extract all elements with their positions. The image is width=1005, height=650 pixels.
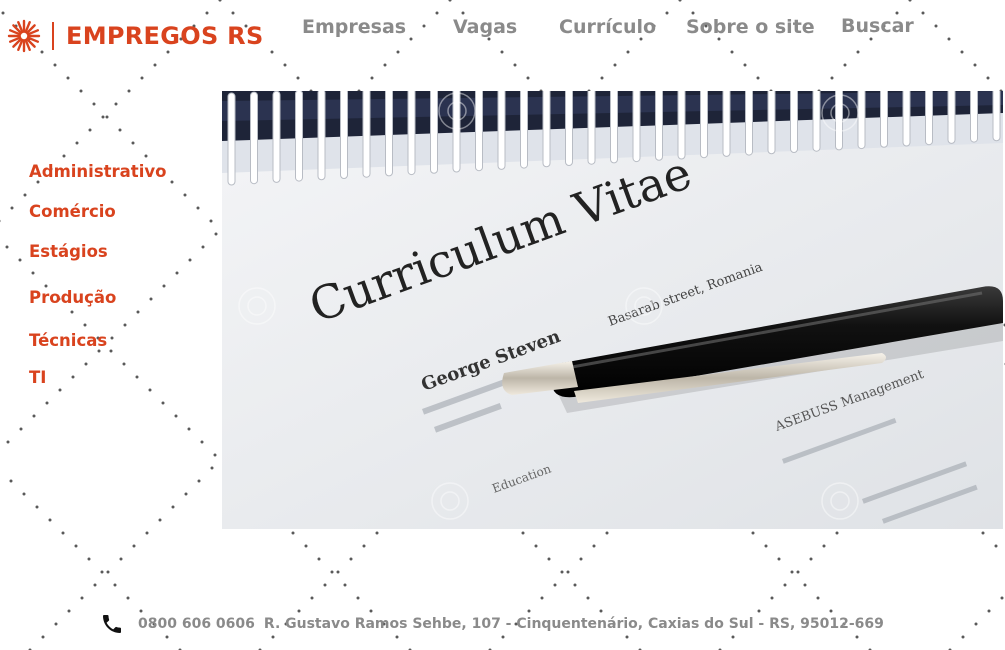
- footer-contact: 0800 606 0606 R. Gustavo Ramos Sehbe, 107…: [100, 612, 884, 636]
- footer-address: R. Gustavo Ramos Sehbe, 107 - Cinquenten…: [263, 616, 884, 632]
- hero-image: Curriculum Vitae George Steven Basarab s…: [222, 91, 1003, 529]
- sidebar-item-estagios[interactable]: Estágios: [29, 242, 108, 261]
- starburst-icon: [7, 19, 41, 53]
- nav-item-buscar[interactable]: Buscar: [841, 15, 914, 37]
- sidebar-item-tecnicas[interactable]: Técnicas: [29, 331, 107, 350]
- sidebar-item-comercio[interactable]: Comércio: [29, 202, 116, 221]
- nav-item-vagas[interactable]: Vagas: [453, 16, 517, 38]
- sidebar-item-ti[interactable]: TI: [29, 368, 46, 387]
- phone-icon[interactable]: [100, 612, 124, 636]
- nav-item-curriculo[interactable]: Currículo: [559, 16, 656, 38]
- sidebar-item-producao[interactable]: Produção: [29, 288, 116, 307]
- brand-name: EMPREGOS RS: [66, 22, 264, 50]
- site-logo[interactable]: EMPREGOS RS: [6, 18, 264, 54]
- nav-item-sobre-o-site[interactable]: Sobre o site: [686, 16, 815, 38]
- footer-phone[interactable]: 0800 606 0606: [138, 616, 255, 632]
- nav-item-empresas[interactable]: Empresas: [302, 16, 406, 38]
- logo-divider: [52, 22, 54, 50]
- sidebar-item-administrativo[interactable]: Administrativo: [29, 162, 166, 181]
